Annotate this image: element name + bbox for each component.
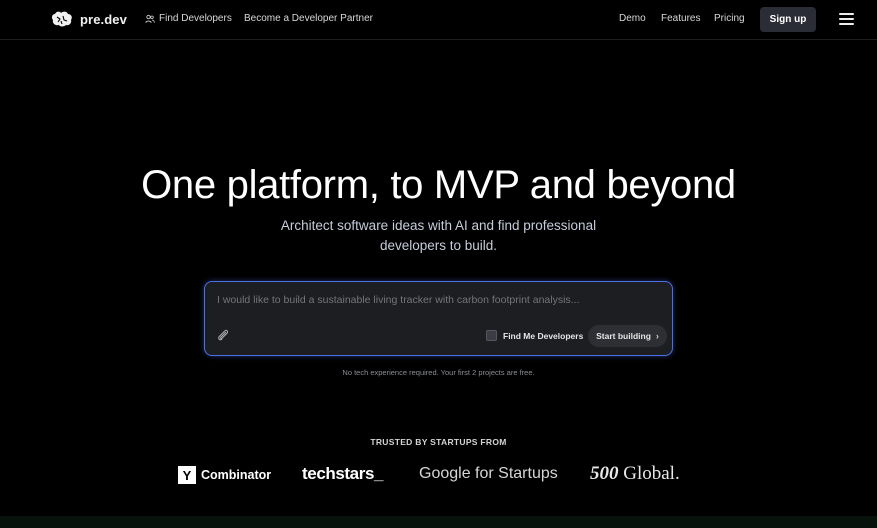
menu-bar (839, 18, 854, 20)
find-me-developers-label: Find Me Developers (503, 330, 584, 341)
trusted-heading: TRUSTED BY STARTUPS FROM (370, 437, 507, 447)
nav-find-developers[interactable]: Find Developers (145, 13, 232, 24)
ycombinator-text: Combinator (201, 468, 272, 482)
idea-input[interactable] (217, 294, 657, 306)
techstars-logo: techstars_ (302, 464, 384, 483)
brand-logo-link[interactable]: pre.dev (50, 10, 127, 28)
find-me-developers-toggle[interactable]: Find Me Developers (486, 330, 583, 341)
start-building-label: Start building (596, 331, 651, 341)
partner-logos: Y Combinator techstars_ Google for Start… (0, 462, 877, 488)
menu-bar (839, 13, 854, 15)
chevron-right-icon: › (655, 331, 659, 341)
free-projects-note: No tech experience required. Your first … (342, 368, 535, 377)
hero-title: One platform, to MVP and beyond (141, 163, 736, 207)
menu-bar (839, 23, 854, 25)
nav-pricing[interactable]: Pricing (714, 13, 745, 24)
ycombinator-mark: Y (178, 466, 196, 484)
500-global-logo: 500 Global. (590, 463, 680, 485)
hero-subtitle: Architect software ideas with AI and fin… (0, 216, 877, 256)
idea-prompt-box: Find Me Developers Start building › (204, 281, 673, 356)
people-icon (145, 14, 155, 23)
nav-become-partner[interactable]: Become a Developer Partner (244, 13, 373, 24)
bottom-strip (0, 516, 877, 528)
top-navbar: pre.dev Find Developers Become a Develop… (0, 0, 877, 40)
ycombinator-logo: Y Combinator (178, 466, 271, 484)
nav-features[interactable]: Features (661, 13, 700, 24)
nav-find-developers-label: Find Developers (159, 13, 232, 24)
signup-button[interactable]: Sign up (760, 7, 816, 32)
hero-subtitle-line2: developers to build. (379, 238, 498, 253)
for-startups-text: for Startups (475, 465, 558, 482)
hamburger-menu-icon[interactable] (839, 13, 854, 25)
nav-demo[interactable]: Demo (619, 13, 646, 24)
global-text: Global. (623, 463, 680, 484)
brand-name: pre.dev (80, 11, 127, 27)
google-for-startups-logo: Google for Startups (419, 465, 558, 483)
google-text: Google (419, 465, 471, 482)
paperclip-icon[interactable] (216, 328, 230, 342)
hero-subtitle-line1: Architect software ideas with AI and fin… (280, 218, 597, 233)
find-me-developers-checkbox[interactable] (486, 330, 497, 341)
brain-logo-icon (51, 11, 72, 27)
start-building-button[interactable]: Start building › (588, 325, 667, 347)
500-text: 500 (590, 463, 619, 484)
